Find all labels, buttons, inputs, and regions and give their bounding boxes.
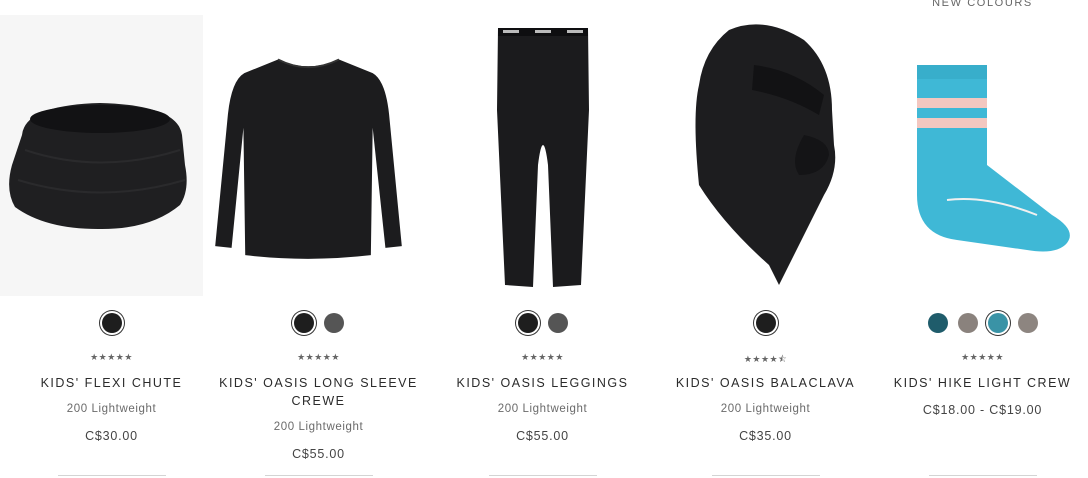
product-card[interactable]: ★★★★★ KIDS' FLEXI CHUTE 200 Lightweight …	[0, 0, 223, 477]
product-image[interactable]	[877, 15, 1088, 296]
color-swatches	[877, 313, 1088, 333]
swatch-grey[interactable]	[323, 313, 344, 333]
product-name[interactable]: KIDS' HIKE LIGHT CREW	[877, 374, 1088, 392]
swatch-grey-brown[interactable]	[1017, 313, 1038, 333]
swatch-taupe[interactable]	[957, 313, 978, 333]
product-weight: 200 Lightweight	[273, 421, 364, 433]
rating-stars: ★★★★★	[90, 352, 133, 362]
product-name[interactable]: KIDS' OASIS BALACLAVA	[654, 374, 877, 392]
product-card[interactable]: ★★★★★ KIDS' OASIS LONG SLEEVE CREWE 200 …	[207, 0, 430, 477]
neck-gaiter-icon	[0, 15, 203, 296]
product-image[interactable]	[654, 15, 877, 296]
product-price: C$18.00 - C$19.00	[922, 403, 1043, 417]
swatch-black[interactable]	[517, 313, 538, 333]
product-card[interactable]: ★★★★⯪ KIDS' OASIS BALACLAVA 200 Lightwei…	[654, 0, 877, 477]
product-name[interactable]: KIDS' FLEXI CHUTE	[0, 374, 223, 392]
color-swatches	[0, 313, 223, 333]
product-name[interactable]: KIDS' OASIS LONG SLEEVE CREWE	[207, 374, 430, 410]
swatch-grey[interactable]	[547, 313, 568, 333]
product-price: C$30.00	[85, 429, 138, 443]
balaclava-icon	[695, 24, 836, 285]
leggings-icon	[497, 28, 589, 287]
product-price: C$55.00	[516, 429, 569, 443]
product-name[interactable]: KIDS' OASIS LEGGINGS	[431, 374, 654, 392]
product-price: C$55.00	[292, 447, 345, 461]
new-colours-badge: NEW COLOURS	[932, 0, 1033, 9]
product-weight: 200 Lightweight	[497, 403, 588, 415]
swatch-black[interactable]	[755, 313, 776, 333]
swatch-teal-dark[interactable]	[927, 313, 948, 333]
swatch-black[interactable]	[293, 313, 314, 333]
product-image[interactable]	[207, 15, 410, 296]
rating-stars: ★★★★⯪	[743, 354, 788, 364]
color-swatches	[207, 313, 430, 333]
product-image[interactable]	[0, 15, 203, 296]
swatch-teal[interactable]	[987, 313, 1008, 333]
color-swatches	[654, 313, 877, 333]
rating-stars: ★★★★★	[297, 352, 340, 362]
sock-icon	[917, 65, 1070, 252]
product-card[interactable]: NEW COLOURS ★★★★★ KIDS' HIKE LIGHT CREW …	[877, 0, 1088, 477]
color-swatches	[431, 313, 654, 333]
long-sleeve-shirt-icon	[215, 58, 402, 259]
product-image[interactable]	[431, 15, 654, 296]
product-grid: ★★★★★ KIDS' FLEXI CHUTE 200 Lightweight …	[0, 0, 1088, 477]
product-price: C$35.00	[739, 429, 792, 443]
product-weight: 200 Lightweight	[66, 403, 157, 415]
rating-stars: ★★★★★	[961, 352, 1004, 362]
product-card[interactable]: ★★★★★ KIDS' OASIS LEGGINGS 200 Lightweig…	[431, 0, 654, 477]
swatch-black[interactable]	[101, 313, 122, 333]
rating-stars: ★★★★★	[521, 352, 564, 362]
product-weight: 200 Lightweight	[720, 403, 811, 415]
